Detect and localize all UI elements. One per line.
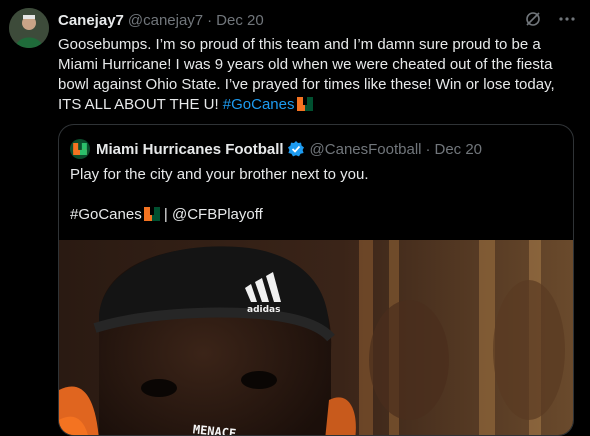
quote-media-image[interactable]: adidas MENACE: [59, 240, 573, 435]
quote-mention[interactable]: @CFBPlayoff: [172, 206, 263, 223]
image-brand-text: adidas: [247, 305, 280, 315]
grok-icon[interactable]: [524, 10, 542, 28]
timestamp[interactable]: Dec 20: [216, 12, 264, 29]
quote-tweet[interactable]: Miami Hurricanes Football @CanesFootball…: [58, 124, 574, 436]
quote-separator: ·: [425, 140, 431, 158]
tweet[interactable]: Canejay7 @canejay7 · Dec 20 Goosebumps. …: [0, 0, 590, 436]
tweet-text: Goosebumps. I’m so proud of this team an…: [58, 35, 580, 117]
pipe-separator: |: [163, 206, 168, 223]
miami-u-logo-icon: [296, 97, 313, 117]
quote-avatar[interactable]: [70, 139, 90, 159]
avatar[interactable]: [9, 8, 49, 48]
quote-line-2: #GoCanes | @CFBPlayoff: [70, 205, 562, 227]
quote-hashtag[interactable]: #GoCanes: [70, 206, 142, 223]
tweet-header: Canejay7 @canejay7 · Dec 20: [58, 10, 264, 30]
quote-header: Miami Hurricanes Football @CanesFootball…: [70, 139, 482, 159]
quote-handle[interactable]: @CanesFootball: [310, 141, 422, 158]
verified-badge-icon: [287, 140, 305, 158]
quote-line-1: Play for the city and your brother next …: [70, 166, 369, 183]
handle[interactable]: @canejay7: [128, 12, 203, 29]
more-icon[interactable]: [558, 10, 576, 28]
miami-u-logo-icon: [143, 207, 160, 227]
hashtag-link[interactable]: #GoCanes: [223, 96, 295, 113]
separator: ·: [207, 11, 213, 29]
quote-display-name[interactable]: Miami Hurricanes Football: [96, 141, 284, 158]
display-name[interactable]: Canejay7: [58, 12, 124, 29]
quote-timestamp[interactable]: Dec 20: [435, 141, 483, 158]
quote-text: Play for the city and your brother next …: [70, 165, 562, 227]
tweet-actions-top: [524, 10, 576, 28]
